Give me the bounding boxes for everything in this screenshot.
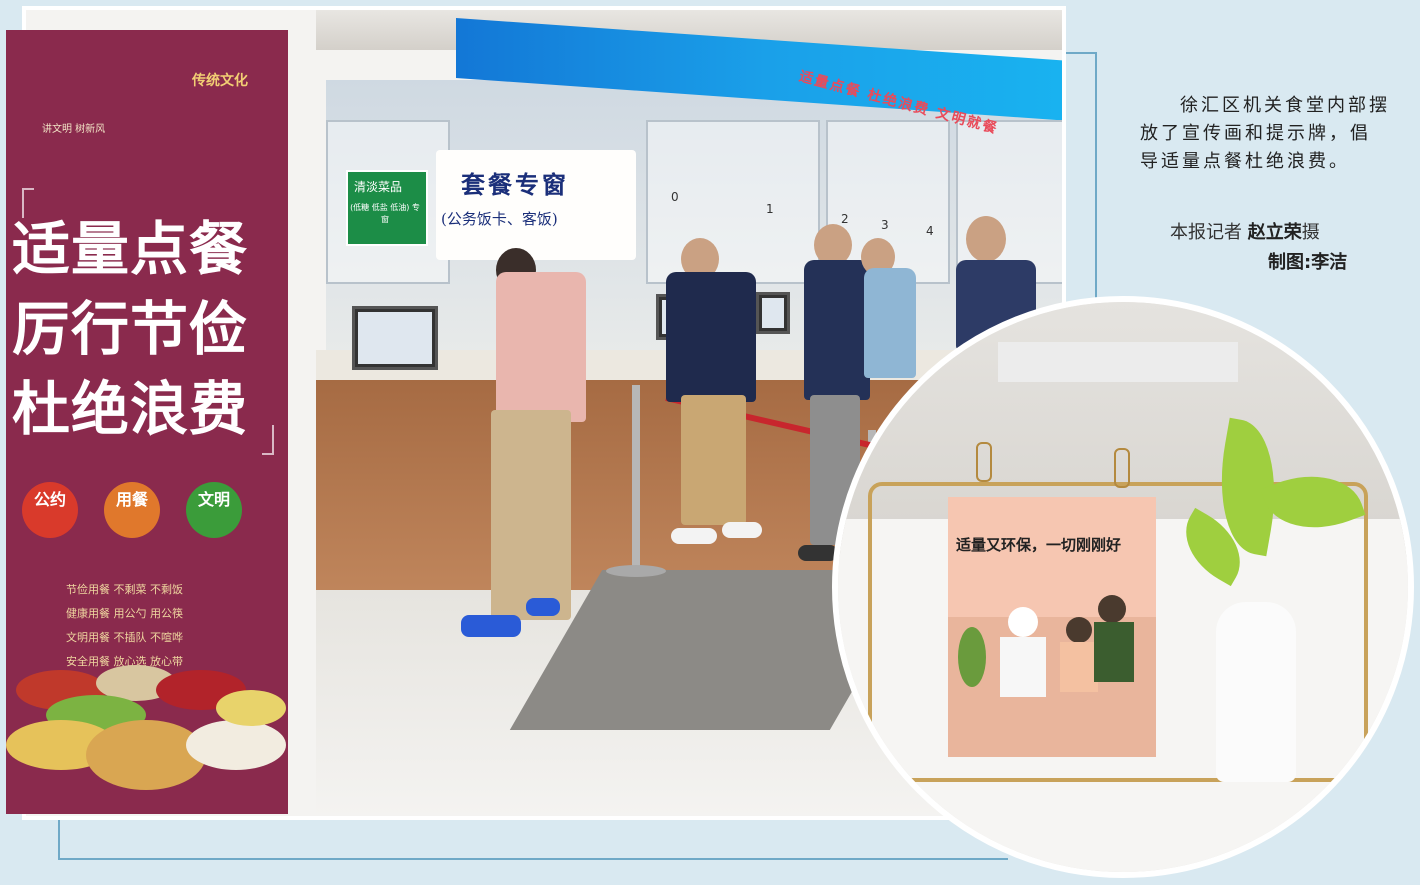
pos-monitor (756, 292, 790, 334)
dining-rules: 节俭用餐 不剩菜 不剩饭 健康用餐 用公勺 用公筷 文明用餐 不插队 不喧哗 安… (66, 578, 286, 674)
grain-pile (86, 720, 206, 790)
frame-line-top-right (1065, 52, 1097, 54)
badge-convention: 公约 (22, 482, 78, 538)
credit-prefix: 本报记者 (1170, 222, 1242, 243)
set-meal-title: 套餐专窗 (461, 170, 569, 199)
window-number: 2 (841, 212, 849, 226)
stanchion-post (632, 385, 640, 575)
rule-line: 文明用餐 不插队 不喧哗 (66, 631, 183, 644)
binder-clip (1114, 448, 1130, 488)
light-dishes-title: 清淡菜品 (354, 180, 403, 194)
photo-credit: 本报记者 赵立荣摄 (1170, 218, 1320, 244)
banner-small-text: 讲文明 树新风 (42, 124, 106, 135)
window-number: 1 (766, 202, 774, 216)
promo-banner: 传统文化 讲文明 树新风 适量点餐 厉行节俭 杜绝浪费 公约 用餐 文明 节俭用… (6, 30, 288, 814)
pos-monitor (352, 306, 438, 370)
grain-pile (216, 690, 286, 726)
badge-dining: 用餐 (104, 482, 160, 538)
light-dishes-subtitle: (低糖 低盐 低油) 专窗 (350, 203, 420, 224)
inset-photo: 适量又环保，一切刚刚好 (832, 296, 1414, 878)
credit-name: 赵立荣 (1247, 222, 1302, 243)
frame-line-left (58, 815, 60, 860)
rule-line: 节俭用餐 不剩菜 不剩饭 (66, 583, 183, 596)
photo-caption: 徐汇区机关食堂内部摆放了宣传画和提示牌，倡导适量点餐杜绝浪费。 (1140, 92, 1390, 176)
design-credit: 制图:李洁 (1268, 252, 1348, 273)
banner-line-1: 适量点餐 (12, 215, 249, 283)
background-table (998, 342, 1238, 382)
banner-line-3: 杜绝浪费 (12, 375, 249, 443)
bracket-decoration (262, 425, 274, 455)
caption-text: 徐汇区机关食堂内部摆放了宣传画和提示牌，倡导适量点餐杜绝浪费。 (1140, 95, 1390, 172)
window-number: 3 (881, 218, 889, 232)
credit-suffix: 摄 (1301, 222, 1320, 243)
postcard-text: 适量又环保，一切刚刚好 (956, 536, 1122, 554)
banner-top-label: 传统文化 (192, 73, 248, 89)
grain-pile (186, 720, 286, 770)
window-number: 4 (926, 224, 934, 238)
window-number: 0 (671, 190, 679, 204)
white-vase (1216, 602, 1296, 782)
banner-line-2: 厉行节俭 (12, 295, 249, 363)
badge-civilized: 文明 (186, 482, 242, 538)
page: 清淡菜品 (低糖 低盐 低油) 专窗 套餐专窗 (公务饭卡、客饭) 0 1 2 … (0, 0, 1420, 885)
frame-line-right (1095, 52, 1097, 302)
rule-line: 健康用餐 用公勺 用公筷 (66, 607, 183, 620)
set-meal-subtitle: (公务饭卡、客饭) (441, 210, 558, 228)
rule-line: 安全用餐 放心选 放心带 (66, 655, 183, 668)
stanchion-base (606, 565, 666, 577)
binder-clip (976, 442, 992, 482)
